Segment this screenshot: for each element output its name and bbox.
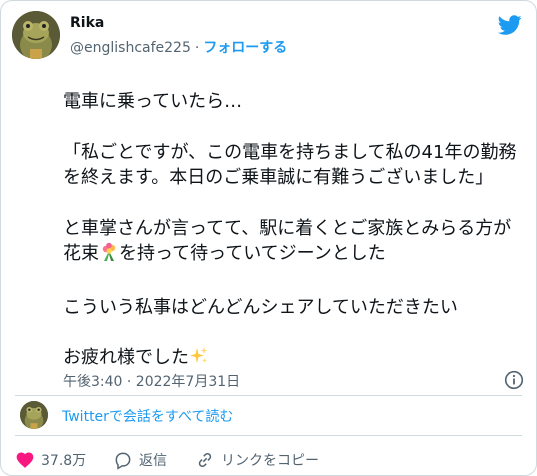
divider [15,435,522,436]
avatar-small [20,401,48,429]
info-icon[interactable] [504,370,524,390]
copy-link-button[interactable]: リンクをコピー [195,448,319,472]
timestamp[interactable]: 午後3:40 · 2022年7月31日 [63,371,240,391]
tweet-line-1: 電車に乗っていたら… [63,91,243,112]
tweet-line-2: 「私ごとですが、この電車を持ちまして私の41年の勤務を終えます。本日のご乗車誠に… [63,141,517,189]
sparkles-emoji [189,346,209,374]
copy-link-label: リンクをコピー [221,453,319,469]
reply-button[interactable]: 返信 [113,448,167,472]
tweet-line-5-text: お疲れ様でした [63,347,189,368]
link-icon [198,452,212,468]
avatar[interactable] [12,11,60,59]
tweet-card: Rika @englishcafe225 · フォローする 電車に乗っていたら… 「… [0,0,537,476]
handle-row: @englishcafe225 · フォローする [70,37,287,57]
speech-bubble-icon [115,452,131,470]
like-count: 37.8万 [41,453,87,469]
heart-icon [16,452,34,468]
user-handle[interactable]: @englishcafe225 [70,40,191,56]
twitter-bird-icon[interactable] [498,13,522,37]
frog-avatar-image [20,401,48,429]
like-button[interactable]: 37.8万 [15,448,86,472]
tweet-line-5: お疲れ様でした [63,345,527,374]
read-conversation-link[interactable]: Twitterで会話をすべて読む [62,406,233,426]
display-name[interactable]: Rika [70,15,104,31]
bouquet-emoji [99,242,119,270]
tweet-line-3: と車掌さんが言ってて、駅に着くとご家族とみらる方が花束 を持って待っていてジーンと… [63,216,527,270]
follow-button[interactable]: フォローする [203,40,287,56]
tweet-text: 電車に乗っていたら… 「私ごとですが、この電車を持ちまして私の41年の勤務を終え… [63,89,527,374]
tweet-line-4: こういう私事はどんどんシェアしていただきたい [63,296,458,318]
tweet-line-3-rest: を持って待っていてジーンとした [119,243,386,264]
reply-label: 返信 [139,453,167,469]
separator-dot: · [194,40,200,56]
frog-avatar-image [12,11,60,59]
divider [15,395,522,396]
